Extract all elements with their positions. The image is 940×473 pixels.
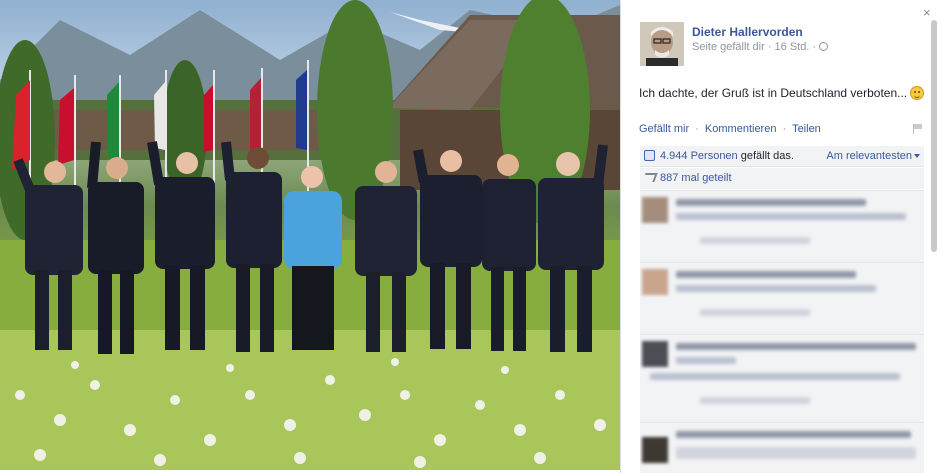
author-name-link[interactable]: Dieter Hallervorden: [692, 25, 803, 39]
post-side-panel: × Dieter Hallervorden Seite gefällt dir …: [620, 0, 940, 473]
sort-label: Am relevantesten: [826, 150, 912, 162]
scrollbar[interactable]: [931, 20, 937, 252]
blurred-text-line: [676, 199, 866, 206]
blurred-text-line: [676, 431, 911, 438]
post-meta-text: Seite gefällt dir · 16 Std. ·: [692, 41, 817, 53]
likes-suffix: gefällt das.: [740, 150, 794, 162]
shares-link[interactable]: 887 mal geteilt: [660, 172, 732, 184]
shares-summary: 887 mal geteilt: [640, 168, 924, 189]
avatar-portrait: [640, 22, 684, 66]
caret-down-icon: [914, 154, 920, 158]
comments-list: [640, 190, 924, 473]
thumbs-up-icon: [644, 150, 655, 161]
post-text-body: Ich dachte, der Gruß ist in Deutschland …: [639, 86, 908, 100]
share-link[interactable]: Teilen: [792, 123, 821, 135]
blurred-text-line: [676, 447, 916, 459]
comment-avatar: [642, 437, 668, 463]
likes-summary: 4.944 Personen gefällt das. Am relevante…: [640, 146, 924, 167]
blurred-comment: [640, 190, 924, 262]
like-link[interactable]: Gefällt mir: [639, 123, 689, 135]
post-actions: Gefällt mir · Kommentieren · Teilen: [639, 123, 923, 135]
action-separator: ·: [782, 123, 787, 135]
likes-count-link[interactable]: 4.944 Personen: [660, 150, 738, 162]
blurred-text-line: [700, 309, 810, 316]
post-meta: Seite gefällt dir · 16 Std. ·: [692, 41, 829, 53]
action-separator: ·: [695, 123, 699, 135]
comment-link[interactable]: Kommentieren: [705, 123, 777, 135]
blurred-text-line: [676, 343, 916, 350]
post-text: Ich dachte, der Gruß ist in Deutschland …: [639, 86, 929, 100]
blurred-text-line: [676, 271, 856, 278]
blurred-text-line: [650, 373, 900, 380]
blurred-text-line: [676, 357, 736, 364]
blurred-text-line: [700, 397, 810, 404]
comment-avatar: [642, 197, 668, 223]
post-photo[interactable]: [0, 0, 620, 470]
close-icon[interactable]: ×: [923, 6, 931, 19]
likes-text: 4.944 Personen gefällt das.: [660, 150, 794, 162]
blurred-text-line: [700, 237, 810, 244]
share-icon: [642, 173, 658, 182]
blurred-text-line: [676, 213, 906, 220]
blurred-comment: [640, 334, 924, 422]
comment-avatar: [642, 269, 668, 295]
comment-sort-dropdown[interactable]: Am relevantesten: [826, 150, 920, 162]
blurred-comment: [640, 262, 924, 334]
comment-avatar: [642, 341, 668, 367]
globe-icon: [819, 42, 829, 51]
author-avatar[interactable]: [640, 22, 684, 66]
flag-icon[interactable]: [913, 124, 923, 134]
group-photo-illustration: [0, 0, 620, 470]
blurred-text-line: [676, 285, 876, 292]
blurred-comment: [640, 422, 924, 473]
smiley-icon: [910, 86, 925, 100]
